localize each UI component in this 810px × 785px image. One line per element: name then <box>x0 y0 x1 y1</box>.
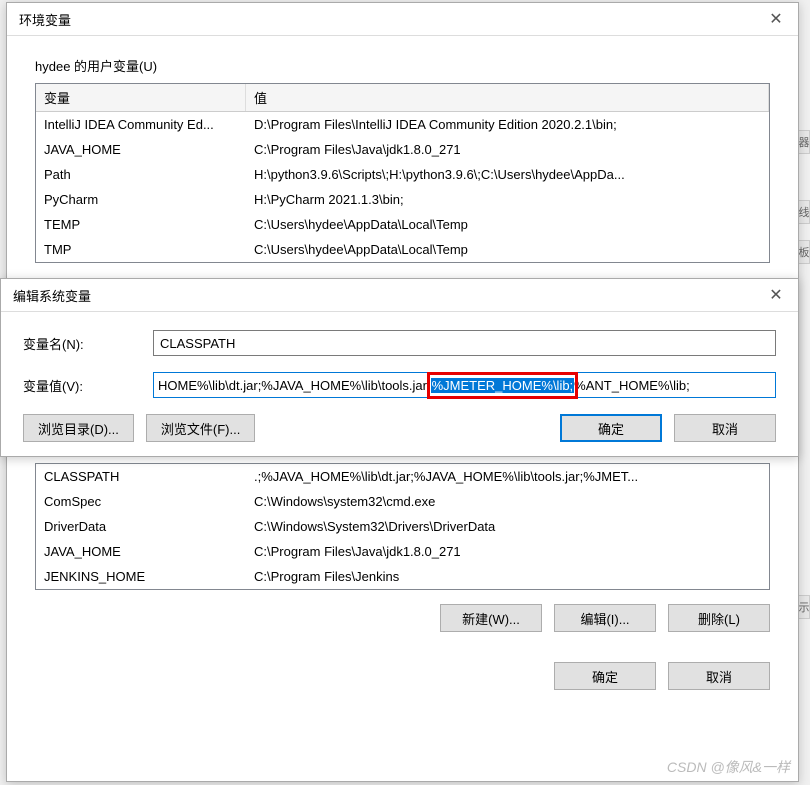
new-button[interactable]: 新建(W)... <box>440 604 542 632</box>
edge-tab: 线 <box>798 200 810 224</box>
cancel-button[interactable]: 取消 <box>674 414 776 442</box>
cell-var: TMP <box>36 239 246 260</box>
edge-tab: 板 <box>798 240 810 264</box>
cell-var: TEMP <box>36 214 246 235</box>
table-row[interactable]: TEMPC:\Users\hydee\AppData\Local\Temp <box>36 212 769 237</box>
cell-var: CLASSPATH <box>36 466 246 487</box>
cell-var: Path <box>36 164 246 185</box>
var-name-label: 变量名(N): <box>23 334 153 353</box>
table-row[interactable]: JENKINS_HOMEC:\Program Files\Jenkins <box>36 564 769 589</box>
edit-dialog-body: 变量名(N): 变量值(V): HOME%\lib\dt.jar;%JAVA_H… <box>1 312 798 456</box>
table-header: 变量 值 <box>36 84 769 112</box>
table-row[interactable]: ComSpecC:\Windows\system32\cmd.exe <box>36 489 769 514</box>
cell-var: PyCharm <box>36 189 246 210</box>
edit-dialog-title: 编辑系统变量 <box>13 286 91 305</box>
user-vars-table: 变量 值 IntelliJ IDEA Community Ed...D:\Pro… <box>35 83 770 263</box>
cell-val: C:\Windows\System32\Drivers\DriverData <box>246 516 769 537</box>
close-icon[interactable]: ✕ <box>764 285 788 305</box>
browse-file-button[interactable]: 浏览文件(F)... <box>146 414 255 442</box>
table-row[interactable]: DriverDataC:\Windows\System32\Drivers\Dr… <box>36 514 769 539</box>
var-name-row: 变量名(N): <box>23 330 776 356</box>
cancel-button[interactable]: 取消 <box>668 662 770 690</box>
edit-dialog-button-row: 浏览目录(D)... 浏览文件(F)... 确定 取消 <box>23 414 776 442</box>
user-vars-label: hydee 的用户变量(U) <box>35 56 798 75</box>
table-row[interactable]: PathH:\python3.9.6\Scripts\;H:\python3.9… <box>36 162 769 187</box>
cell-var: JAVA_HOME <box>36 139 246 160</box>
system-vars-table: CLASSPATH.;%JAVA_HOME%\lib\dt.jar;%JAVA_… <box>35 463 770 590</box>
edit-system-var-dialog: 编辑系统变量 ✕ 变量名(N): 变量值(V): HOME%\lib\dt.ja… <box>0 278 799 457</box>
table-row[interactable]: IntelliJ IDEA Community Ed...D:\Program … <box>36 112 769 137</box>
ok-button[interactable]: 确定 <box>560 414 662 442</box>
cell-var: IntelliJ IDEA Community Ed... <box>36 114 246 135</box>
cell-val: C:\Program Files\Java\jdk1.8.0_271 <box>246 139 769 160</box>
cell-var: DriverData <box>36 516 246 537</box>
ok-button[interactable]: 确定 <box>554 662 656 690</box>
env-dialog-titlebar: 环境变量 ✕ <box>7 3 798 36</box>
table-row[interactable]: CLASSPATH.;%JAVA_HOME%\lib\dt.jar;%JAVA_… <box>36 464 769 489</box>
cell-val: H:\python3.9.6\Scripts\;H:\python3.9.6\;… <box>246 164 769 185</box>
value-segment-pre: HOME%\lib\dt.jar;%JAVA_HOME%\lib\tools.j… <box>158 378 431 393</box>
table-row[interactable]: JAVA_HOMEC:\Program Files\Java\jdk1.8.0_… <box>36 539 769 564</box>
cell-var: JAVA_HOME <box>36 541 246 562</box>
edge-tab: 示 <box>798 595 810 619</box>
browse-dir-button[interactable]: 浏览目录(D)... <box>23 414 134 442</box>
cell-val: .;%JAVA_HOME%\lib\dt.jar;%JAVA_HOME%\lib… <box>246 466 769 487</box>
env-dialog-title: 环境变量 <box>19 10 71 29</box>
var-value-row: 变量值(V): HOME%\lib\dt.jar;%JAVA_HOME%\lib… <box>23 372 776 398</box>
table-row[interactable]: TMPC:\Users\hydee\AppData\Local\Temp <box>36 237 769 262</box>
var-value-label: 变量值(V): <box>23 376 153 395</box>
cell-val: H:\PyCharm 2021.1.3\bin; <box>246 189 769 210</box>
cell-val: C:\Program Files\Jenkins <box>246 566 769 587</box>
value-segment-selected: %JMETER_HOME%\lib; <box>431 378 575 393</box>
edit-dialog-titlebar: 编辑系统变量 ✕ <box>1 279 798 312</box>
cell-val: C:\Users\hydee\AppData\Local\Temp <box>246 239 769 260</box>
sys-table-buttons: 新建(W)... 编辑(I)... 删除(L) <box>7 604 770 632</box>
var-value-input[interactable]: HOME%\lib\dt.jar;%JAVA_HOME%\lib\tools.j… <box>153 372 776 398</box>
edge-tab: 器 <box>798 130 810 154</box>
table-row[interactable]: PyCharmH:\PyCharm 2021.1.3\bin; <box>36 187 769 212</box>
cell-val: C:\Program Files\Java\jdk1.8.0_271 <box>246 541 769 562</box>
var-name-input[interactable] <box>153 330 776 356</box>
cell-val: D:\Program Files\IntelliJ IDEA Community… <box>246 114 769 135</box>
cell-val: C:\Users\hydee\AppData\Local\Temp <box>246 214 769 235</box>
cell-val: C:\Windows\system32\cmd.exe <box>246 491 769 512</box>
watermark: CSDN @像风&一样 <box>667 757 790 777</box>
cell-var: JENKINS_HOME <box>36 566 246 587</box>
edit-button[interactable]: 编辑(I)... <box>554 604 656 632</box>
value-segment-post: %ANT_HOME%\lib; <box>574 378 690 393</box>
env-dialog-buttons: 确定 取消 <box>7 662 770 690</box>
close-icon[interactable]: ✕ <box>764 9 788 29</box>
col-header-val[interactable]: 值 <box>246 84 769 111</box>
cell-var: ComSpec <box>36 491 246 512</box>
table-row[interactable]: JAVA_HOMEC:\Program Files\Java\jdk1.8.0_… <box>36 137 769 162</box>
delete-button[interactable]: 删除(L) <box>668 604 770 632</box>
col-header-var[interactable]: 变量 <box>36 84 246 111</box>
